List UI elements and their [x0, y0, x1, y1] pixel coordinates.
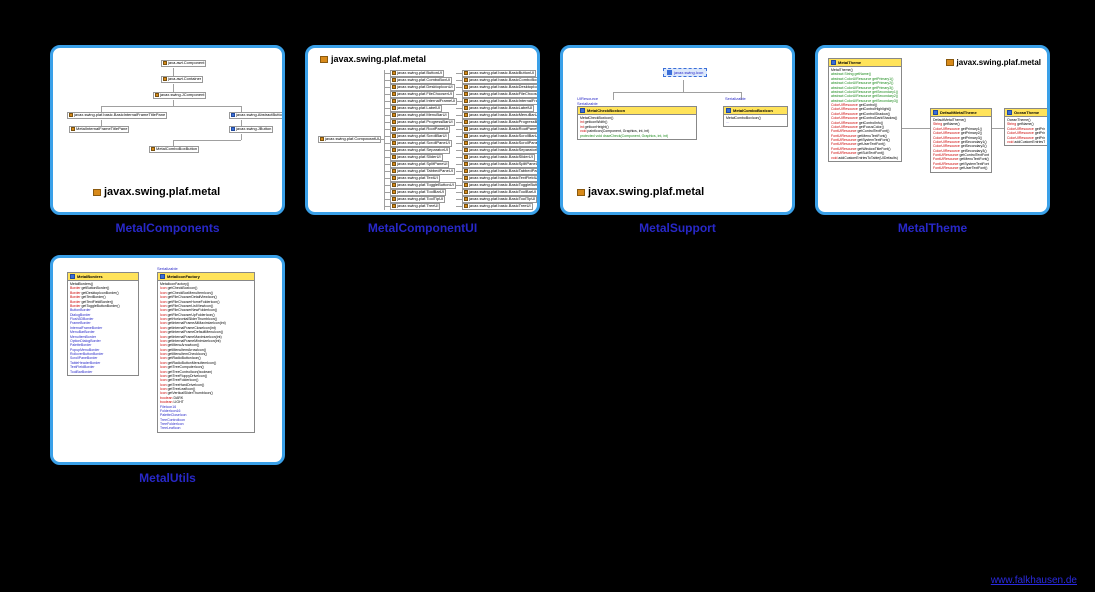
class-metalcheckboxicon: MetalCheckBoxIcon MetalCheckBoxIcon()int…	[577, 106, 697, 140]
class-icon	[726, 108, 731, 113]
class-metalcomboboxicon: MetalComboBoxIcon MetalComboBoxIcon()…	[723, 106, 788, 127]
class-metalinternalframetitlepane: MetalInternalFrameTitlePane	[69, 126, 129, 133]
class-left-row: javax.swing.plaf.InternalFrameUI	[390, 98, 457, 105]
package-label: javax.swing.plaf.metal	[946, 58, 1041, 67]
class-icon	[933, 110, 938, 115]
card-wrap-metalsupport: javax.swing.Icon UIResource Serializable…	[560, 45, 795, 235]
card-title-metaltheme[interactable]: MetalTheme	[898, 221, 967, 235]
class-icon	[160, 274, 165, 279]
card-metalsupport[interactable]: javax.swing.Icon UIResource Serializable…	[560, 45, 795, 215]
package-label: javax.swing.plaf.metal	[320, 54, 426, 64]
class-left-row: javax.swing.plaf.ScrollPaneUI	[390, 140, 452, 147]
class-metalcomboboxbutton: MetalComboBoxButton	[149, 146, 199, 153]
class-right-row: javax.swing.plaf.basic.BasicInternalFram…	[462, 98, 540, 105]
card-title-metalsupport[interactable]: MetalSupport	[639, 221, 716, 235]
class-left-row: javax.swing.plaf.TabbedPaneUI	[390, 168, 455, 175]
class-right-row: javax.swing.plaf.basic.BasicTreeUI	[462, 203, 533, 210]
diagram-grid: java.awt.Component java.awt.Container ja…	[50, 45, 1070, 485]
class-right-row: javax.swing.plaf.basic.BasicDesktopIconU…	[462, 84, 540, 91]
class-left-row: javax.swing.plaf.SliderUI	[390, 154, 443, 161]
class-abstractbutton: javax.swing.AbstractButton	[229, 112, 285, 119]
class-right-row: javax.swing.plaf.basic.BasicProgressBarU…	[462, 119, 540, 126]
card-title-metalutils[interactable]: MetalUtils	[139, 471, 196, 485]
package-icon	[577, 189, 585, 196]
stereotype-serializable-2: Serializable	[725, 96, 746, 101]
class-left-row: javax.swing.plaf.SplitPaneUI	[390, 161, 449, 168]
class-left-row: javax.swing.plaf.ToolBarUI	[390, 189, 446, 196]
class-oceantheme: OceanTheme OceanTheme()String getName()C…	[1004, 108, 1048, 146]
class-right-row: javax.swing.plaf.basic.BasicSeparatorUI	[462, 147, 540, 154]
class-component: java.awt.Component	[161, 60, 206, 67]
card-metalcomponents[interactable]: java.awt.Component java.awt.Container ja…	[50, 45, 285, 215]
package-label: javax.swing.plaf.metal	[93, 186, 220, 198]
class-left-row: javax.swing.plaf.TextUI	[390, 175, 440, 182]
interface-icon: javax.swing.Icon	[663, 68, 707, 77]
class-left-row: javax.swing.plaf.ButtonUI	[390, 70, 444, 77]
class-right-row: javax.swing.plaf.basic.BasicTabbedPaneUI	[462, 168, 540, 175]
interface-icon-glyph	[667, 70, 672, 75]
footer-link[interactable]: www.falkhausen.de	[991, 575, 1077, 586]
class-right-row: javax.swing.plaf.basic.BasicToggleButton…	[462, 182, 540, 189]
class-right-row: javax.swing.plaf.basic.BasicToolTipUI	[462, 196, 537, 203]
class-container: java.awt.Container	[161, 76, 203, 83]
card-title-metalcomponents[interactable]: MetalComponents	[115, 221, 219, 235]
card-metalutils[interactable]: MetalBorders MetalBorders()Border getBut…	[50, 255, 285, 465]
package-icon	[93, 189, 101, 196]
class-left-row: javax.swing.plaf.LabelUI	[390, 105, 442, 112]
class-defaultmetaltheme: DefaultMetalTheme DefaultMetalTheme()Str…	[930, 108, 992, 173]
class-left-row: javax.swing.plaf.SeparatorUI	[390, 147, 450, 154]
class-left-row: javax.swing.plaf.MenuBarUI	[390, 112, 449, 119]
class-right-row: javax.swing.plaf.basic.BasicButtonUI	[462, 70, 536, 77]
class-metaliconfactory: MetalIconFactory MetalIconFactory()Icon …	[157, 272, 255, 433]
class-icon	[580, 108, 585, 113]
class-basicinternalframetitlepane: javax.swing.plaf.basic.BasicInternalFram…	[67, 112, 167, 119]
card-metaltheme[interactable]: javax.swing.plaf.metal MetalTheme MetalT…	[815, 45, 1050, 215]
stereotype-serializable-3: Serializable	[157, 266, 178, 271]
class-right-row: javax.swing.plaf.basic.BasicSliderUI	[462, 154, 535, 161]
card-wrap-metaltheme: javax.swing.plaf.metal MetalTheme MetalT…	[815, 45, 1050, 235]
class-left-row: javax.swing.plaf.ToggleButtonUI	[390, 182, 456, 189]
class-jbutton: javax.swing.JButton	[229, 126, 273, 133]
class-left-row: javax.swing.plaf.FileChooserUI	[390, 91, 454, 98]
card-wrap-metalcomponents: java.awt.Component java.awt.Container ja…	[50, 45, 285, 235]
class-right-row: javax.swing.plaf.basic.BasicComboBoxUI	[462, 77, 540, 84]
class-right-row: javax.swing.plaf.basic.BasicRootPaneUI	[462, 126, 540, 133]
class-icon	[831, 60, 836, 65]
package-label: javax.swing.plaf.metal	[577, 186, 704, 198]
class-right-row: javax.swing.plaf.basic.BasicFileChooserU…	[462, 91, 540, 98]
package-icon	[320, 56, 328, 63]
class-right-row: javax.swing.plaf.basic.BasicSplitPaneUI	[462, 161, 540, 168]
class-right-row: javax.swing.plaf.basic.BasicLabelUI	[462, 105, 534, 112]
class-icon	[1007, 110, 1012, 115]
class-left-row: javax.swing.plaf.ProgressBarUI	[390, 119, 455, 126]
card-metalcomponentui[interactable]: javax.swing.plaf.metal javax.swing.plaf.…	[305, 45, 540, 215]
class-metaltheme: MetalTheme MetalTheme()abstract String g…	[828, 58, 902, 162]
class-left-row: javax.swing.plaf.TreeUI	[390, 203, 440, 210]
card-wrap-metalcomponentui: javax.swing.plaf.metal javax.swing.plaf.…	[305, 45, 540, 235]
class-right-row: javax.swing.plaf.basic.BasicToolBarUI	[462, 189, 538, 196]
class-left-row: javax.swing.plaf.ComboBoxUI	[390, 77, 452, 84]
class-left-row: javax.swing.plaf.ScrollBarUI	[390, 133, 449, 140]
class-left-row: javax.swing.plaf.ToolTipUI	[390, 196, 445, 203]
class-right-row: javax.swing.plaf.basic.BasicScrollPaneUI	[462, 140, 540, 147]
class-icon	[70, 274, 75, 279]
card-title-metalcomponentui[interactable]: MetalComponentUI	[368, 221, 477, 235]
class-right-row: javax.swing.plaf.basic.BasicTextFieldUI	[462, 175, 540, 182]
card-wrap-metalutils: MetalBorders MetalBorders()Border getBut…	[50, 255, 285, 485]
class-right-row: javax.swing.plaf.basic.BasicMenuBarUI	[462, 112, 540, 119]
class-jcomponent: javax.swing.JComponent	[153, 92, 206, 99]
class-left-row: javax.swing.plaf.DesktopIconUI	[390, 84, 455, 91]
class-left-row: javax.swing.plaf.RootPaneUI	[390, 126, 450, 133]
class-right-row: javax.swing.plaf.basic.BasicScrollBarUI	[462, 133, 540, 140]
package-icon	[946, 59, 954, 66]
class-metalborders: MetalBorders MetalBorders()Border getBut…	[67, 272, 139, 376]
